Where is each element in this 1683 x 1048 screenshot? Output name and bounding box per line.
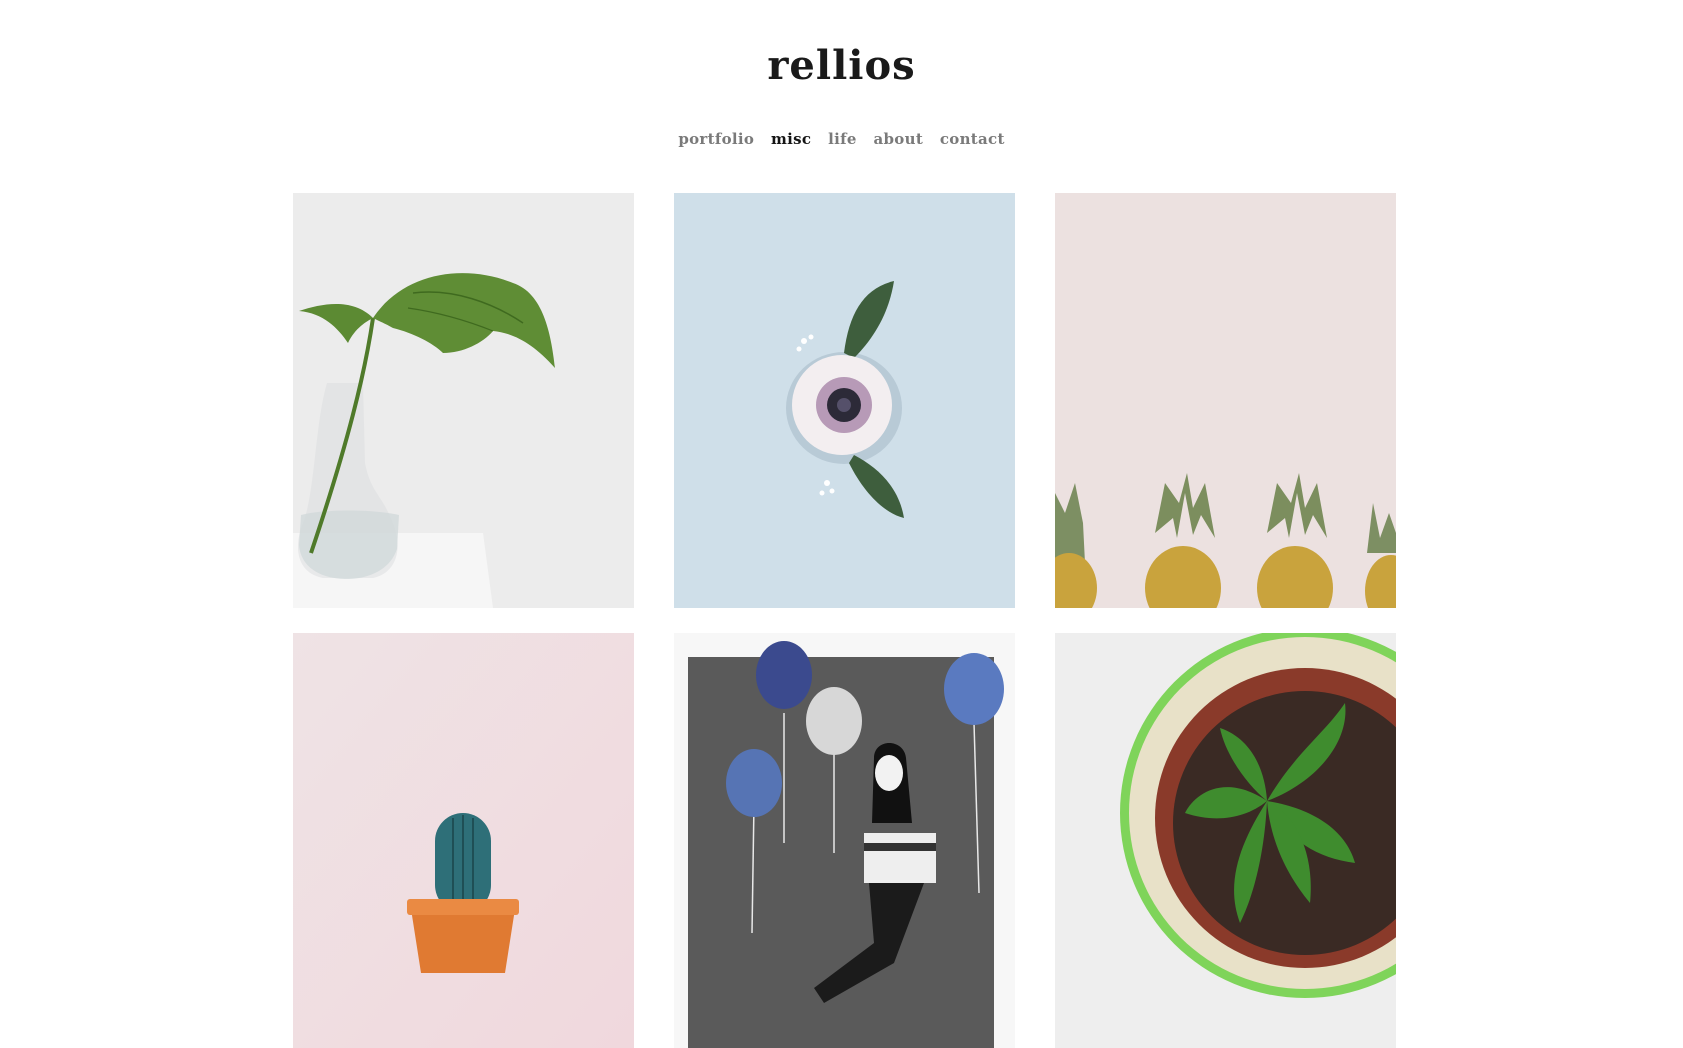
gallery-item-pineapples[interactable]	[1055, 193, 1396, 608]
gallery-item-monstera[interactable]	[293, 193, 634, 608]
anemone-photo	[674, 193, 1015, 608]
nav-item-misc[interactable]: misc	[771, 130, 811, 148]
gallery-item-balloon-girl[interactable]	[674, 633, 1015, 1048]
nav-item-portfolio[interactable]: portfolio	[678, 130, 754, 148]
cactus-photo	[293, 633, 634, 1048]
pepper-plant-photo	[1055, 633, 1396, 1048]
nav-item-life[interactable]: life	[828, 130, 857, 148]
site-logo[interactable]: rellios	[0, 42, 1683, 89]
gallery-item-pepper-plant[interactable]	[1055, 633, 1396, 1048]
nav-item-about[interactable]: about	[874, 130, 924, 148]
gallery-item-anemone[interactable]	[674, 193, 1015, 608]
pineapples-photo	[1055, 193, 1396, 608]
main-nav: portfolio misc life about contact	[0, 130, 1683, 148]
nav-item-contact[interactable]: contact	[940, 130, 1005, 148]
monstera-photo	[293, 193, 634, 608]
gallery-item-cactus[interactable]	[293, 633, 634, 1048]
balloon-illustration	[674, 633, 1015, 1048]
site-header: rellios portfolio misc life about contac…	[0, 0, 1683, 190]
